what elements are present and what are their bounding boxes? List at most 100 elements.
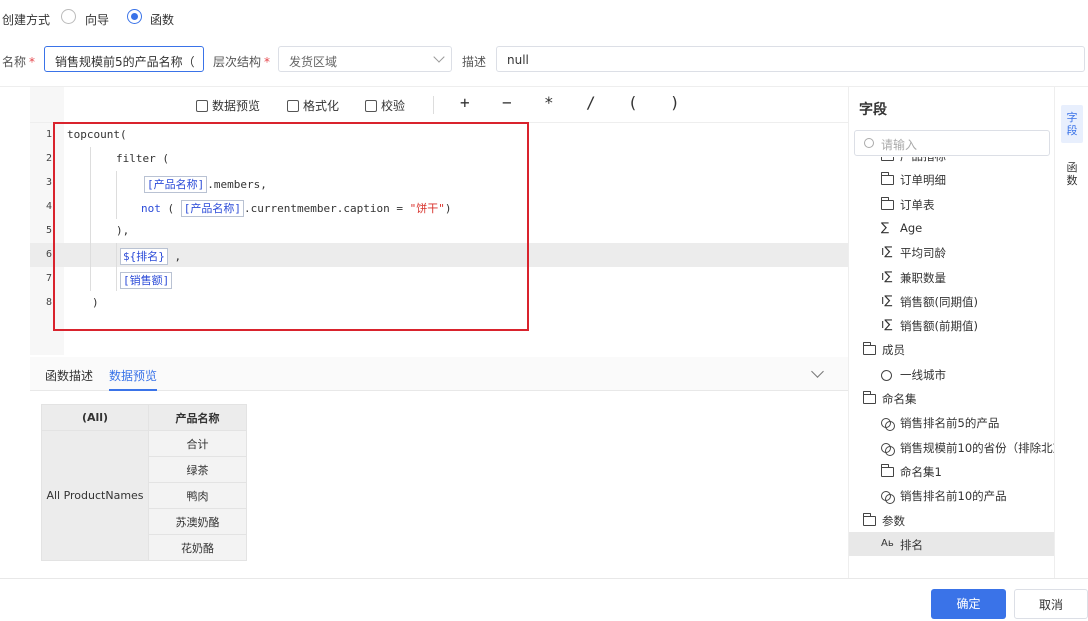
hierarchy-select[interactable]: 发货区域: [278, 46, 452, 72]
cancel-button[interactable]: 取消: [1014, 589, 1088, 619]
confirm-button[interactable]: 确定: [931, 589, 1006, 619]
folder-icon: [881, 172, 894, 186]
folder-open-icon: [863, 342, 876, 356]
field-token[interactable]: [产品名称]: [144, 176, 208, 193]
radio-wizard-label[interactable]: 向导: [85, 11, 109, 28]
indent-guide: [116, 195, 117, 219]
field-item[interactable]: ı∑ 兼职数量: [849, 265, 1054, 289]
field-item[interactable]: ı∑ 销售额(同期值): [849, 289, 1054, 313]
bottom-tabs: 函数描述 数据预览: [30, 357, 848, 391]
hierarchy-label: 层次结构 *: [213, 55, 271, 69]
calculated-measure-icon: ı∑: [881, 268, 893, 283]
preview-button[interactable]: 数据预览: [196, 97, 260, 114]
code-line: 4 not ( [产品名称] .currentmember.caption = "…: [30, 195, 848, 219]
indent-guide: [116, 267, 117, 291]
indent-guide: [90, 267, 91, 291]
member-icon: [881, 369, 892, 381]
table-cell: 绿茶: [148, 456, 247, 483]
side-tabs: 字段 函数: [1054, 86, 1088, 578]
calculated-measure-icon: ı∑: [881, 244, 893, 259]
side-tab-functions[interactable]: 函数: [1061, 155, 1083, 193]
field-token[interactable]: [销售额]: [120, 272, 173, 289]
search-icon: [864, 138, 874, 148]
radio-wizard[interactable]: [61, 9, 76, 24]
tab-function-desc[interactable]: 函数描述: [45, 367, 93, 384]
field-item[interactable]: 销售排名前10的产品: [849, 483, 1054, 507]
active-tab-indicator: [109, 389, 157, 391]
name-input[interactable]: 销售规模前5的产品名称（: [44, 46, 204, 72]
indent-guide: [90, 147, 91, 171]
field-item[interactable]: 销售排名前5的产品: [849, 410, 1054, 434]
side-tab-fields[interactable]: 字段: [1061, 105, 1083, 143]
row-header: All ProductNames: [41, 430, 149, 561]
op-minus-button[interactable]: −: [502, 93, 512, 112]
code-text: not ( [产品名称] .currentmember.caption = "饼干…: [141, 200, 452, 217]
parameter-icon: Aь: [881, 537, 894, 549]
op-plus-button[interactable]: +: [460, 93, 470, 112]
indent-guide: [90, 171, 91, 195]
desc-input[interactable]: null: [496, 46, 1085, 72]
field-label: 命名集1: [900, 464, 942, 479]
line-number: 4: [45, 201, 52, 212]
table-cell: 苏澳奶酪: [148, 508, 247, 535]
code-text: [产品名称] .members,: [144, 176, 267, 193]
op-lparen-button[interactable]: (: [628, 93, 638, 112]
field-item[interactable]: 订单明细: [849, 167, 1054, 191]
field-item[interactable]: 产品指标: [849, 157, 1054, 167]
code-text: topcount(: [67, 128, 127, 141]
name-label: 名称 *: [2, 55, 36, 69]
format-icon: [287, 99, 299, 112]
calculated-measure-icon: ı∑: [881, 317, 893, 332]
indent-guide: [90, 219, 91, 243]
indent-guide: [90, 195, 91, 219]
editor-panel: 数据预览 格式化 校验 + − * / ( ) 1 topcount( 2 fi…: [0, 86, 848, 578]
format-button[interactable]: 格式化: [287, 97, 339, 114]
chevron-down-icon: [433, 51, 445, 63]
code-line: 2 filter (: [30, 147, 848, 171]
field-item[interactable]: 销售规模前10的省份（排除北京: [849, 435, 1054, 459]
preview-table: (All) 产品名称 All ProductNames 合计 绿茶 鸭肉 苏澳奶…: [41, 404, 247, 561]
line-number: 3: [45, 177, 52, 188]
param-token[interactable]: ${排名}: [120, 248, 168, 265]
field-item[interactable]: 命名集: [849, 386, 1054, 410]
toolbar-divider: [433, 96, 434, 114]
field-item[interactable]: ı∑ 销售额(前期值): [849, 313, 1054, 337]
radio-function-label[interactable]: 函数: [150, 11, 174, 28]
hierarchy-value: 发货区域: [289, 55, 338, 69]
code-line: 7 [销售额]: [30, 267, 848, 291]
fields-title: 字段: [859, 102, 887, 118]
folder-icon: [881, 157, 894, 161]
field-token[interactable]: [产品名称]: [180, 200, 244, 217]
op-multiply-button[interactable]: *: [544, 93, 554, 112]
table-cell: 合计: [148, 430, 247, 457]
validate-button[interactable]: 校验: [365, 97, 405, 114]
indent-guide: [116, 171, 117, 195]
table-cell: 鸭肉: [148, 482, 247, 509]
code-text: ),: [116, 224, 130, 237]
field-label: 成员: [882, 343, 905, 358]
field-item[interactable]: 参数: [849, 508, 1054, 532]
field-item[interactable]: 一线城市: [849, 362, 1054, 386]
field-item[interactable]: ∑ Age: [849, 216, 1054, 240]
field-item[interactable]: 订单表: [849, 192, 1054, 216]
code-editor[interactable]: 1 topcount( 2 filter ( 3 [产品名称] .members,…: [30, 123, 848, 355]
chevron-down-icon[interactable]: [811, 365, 824, 378]
tab-data-preview[interactable]: 数据预览: [109, 367, 157, 384]
radio-function[interactable]: [127, 9, 142, 24]
field-item[interactable]: Aь 排名: [849, 531, 1054, 556]
field-item[interactable]: 命名集1: [849, 459, 1054, 483]
field-label: 订单表: [900, 197, 935, 212]
fields-search-input[interactable]: 请输入: [854, 130, 1050, 156]
preview-icon: [196, 99, 208, 112]
op-divide-button[interactable]: /: [586, 93, 596, 112]
indent-guide: [116, 243, 117, 267]
field-label: 订单明细: [900, 173, 946, 188]
search-placeholder: 请输入: [881, 138, 918, 152]
line-number: 5: [45, 225, 52, 236]
code-text: ): [92, 296, 99, 309]
code-text: [销售额]: [120, 272, 173, 289]
create-mode-label: 创建方式: [2, 13, 51, 27]
field-item[interactable]: 成员: [849, 337, 1054, 361]
field-item[interactable]: ı∑ 平均司龄: [849, 240, 1054, 264]
op-rparen-button[interactable]: ): [670, 93, 680, 112]
